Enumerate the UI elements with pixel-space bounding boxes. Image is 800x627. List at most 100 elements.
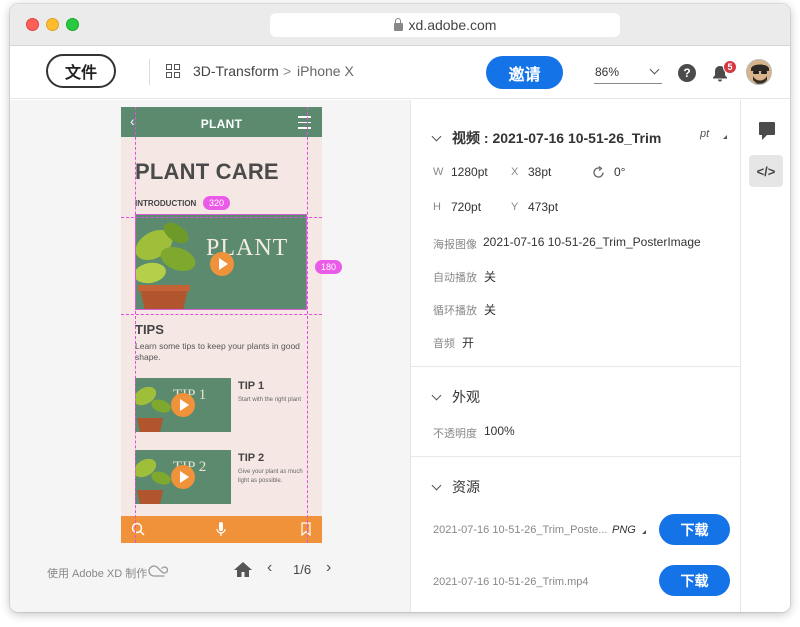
- tip-1-thumbnail[interactable]: TIP 1: [135, 378, 231, 432]
- browser-toolbar: xd.adobe.com: [10, 4, 790, 46]
- tip-2-title: TIP 2: [238, 452, 265, 464]
- home-icon[interactable]: [233, 561, 253, 578]
- audio-label: 音频: [433, 338, 455, 350]
- phone-tabbar: [121, 516, 322, 543]
- prototype-canvas: ‹ PLANT PLANT CARE INTRODUCTION PLANT TI…: [10, 100, 410, 612]
- autoplay-value: 关: [484, 270, 497, 284]
- lock-icon: [393, 18, 403, 31]
- appearance-section-title: 外观: [452, 389, 480, 405]
- play-icon[interactable]: [171, 393, 195, 417]
- y-value: 473pt: [528, 200, 559, 214]
- assets-section-title: 资源: [452, 479, 480, 495]
- height-label: H: [433, 201, 441, 213]
- poster-label: 海报图像: [433, 239, 477, 251]
- artboard-preview: ‹ PLANT PLANT CARE INTRODUCTION PLANT TI…: [121, 107, 322, 543]
- app-header: 文件 3D-Transform > iPhone X 邀请 86% ? 5: [10, 47, 790, 99]
- y-label: Y: [511, 201, 519, 213]
- maximize-window-button[interactable]: [66, 18, 79, 31]
- made-with-label: 使用 Adobe XD 制作: [47, 568, 148, 580]
- autoplay-label: 自动播放: [433, 272, 477, 284]
- help-icon[interactable]: ?: [678, 64, 696, 82]
- guide-line-top: [121, 217, 322, 218]
- search-icon[interactable]: [131, 522, 145, 536]
- inspect-panel: 视频 : 2021-07-16 10-51-26_Trim pt W 1280p…: [410, 100, 740, 612]
- guide-line-left: [135, 107, 136, 543]
- rotation-icon: [593, 166, 604, 178]
- tip-1-desc: Start with the right plant: [238, 397, 302, 403]
- chevron-down-icon: [431, 131, 442, 142]
- width-label: W: [433, 166, 444, 178]
- section-divider: [411, 366, 740, 367]
- chevron-down-icon: [649, 64, 660, 75]
- zoom-value: 86%: [595, 65, 620, 79]
- poster-value: 2021-07-16 10-51-26_Trim_PosterImage: [483, 235, 701, 249]
- tip-1-title: TIP 1: [238, 380, 265, 392]
- notification-badge: 5: [723, 60, 737, 74]
- section-divider: [411, 456, 740, 457]
- phone-intro-label: INTRODUCTION: [135, 199, 197, 208]
- video-section-title: 视频 : 2021-07-16 10-51-26_Trim: [452, 130, 662, 146]
- play-icon[interactable]: [210, 252, 234, 276]
- minimize-window-button[interactable]: [46, 18, 59, 31]
- tips-heading: TIPS: [135, 322, 164, 337]
- tip-2-desc: Give your plant as much light as possibl…: [238, 469, 303, 484]
- zoom-select[interactable]: 86%: [594, 62, 662, 84]
- chevron-down-icon: [431, 390, 442, 401]
- unit-caret-icon: [723, 135, 727, 139]
- creative-cloud-icon: [148, 565, 169, 577]
- hamburger-menu-icon[interactable]: [298, 116, 311, 133]
- audio-value: 开: [462, 336, 475, 350]
- address-bar[interactable]: xd.adobe.com: [270, 13, 620, 37]
- microphone-icon[interactable]: [216, 522, 226, 537]
- opacity-value: 100%: [484, 424, 515, 438]
- close-window-button[interactable]: [26, 18, 39, 31]
- x-label: X: [511, 166, 519, 178]
- code-inspect-icon[interactable]: </>: [749, 155, 783, 187]
- format-caret-icon: [642, 530, 646, 534]
- opacity-label: 不透明度: [433, 428, 477, 440]
- tip-2-thumbnail[interactable]: TIP 2: [135, 450, 231, 504]
- file-button[interactable]: 文件: [46, 54, 116, 88]
- unit-select[interactable]: pt: [700, 128, 709, 140]
- rotation-value: 0°: [614, 165, 626, 179]
- appearance-section-header[interactable]: 外观: [431, 387, 480, 407]
- grid-view-icon[interactable]: [166, 64, 181, 79]
- comment-icon[interactable]: [759, 122, 775, 140]
- download-button[interactable]: 下载: [659, 565, 730, 596]
- plant-illustration: [136, 222, 196, 309]
- height-value: 720pt: [451, 200, 482, 214]
- asset-1-name: 2021-07-16 10-51-26_Trim_Poste...: [433, 524, 608, 536]
- phone-heading: PLANT CARE: [135, 159, 279, 184]
- loop-label: 循环播放: [433, 305, 477, 317]
- phone-title: PLANT: [200, 117, 243, 131]
- tips-description: Learn some tips to keep your plants in g…: [135, 341, 300, 362]
- phone-header: ‹ PLANT: [121, 107, 322, 137]
- x-value: 38pt: [528, 165, 552, 179]
- width-measure-badge: 320: [203, 196, 231, 210]
- invite-button[interactable]: 邀请: [486, 56, 563, 89]
- breadcrumb-artboard: iPhone X: [297, 63, 354, 79]
- page-indicator: 1/6: [293, 562, 312, 577]
- avatar[interactable]: [746, 59, 772, 85]
- height-measure-badge: 180: [315, 260, 343, 274]
- header-divider: [149, 59, 150, 85]
- video-section-header[interactable]: 视频 : 2021-07-16 10-51-26_Trim: [431, 128, 662, 148]
- guide-line-bottom: [121, 314, 322, 315]
- download-button[interactable]: 下载: [659, 514, 730, 545]
- video-element[interactable]: PLANT: [135, 214, 307, 310]
- loop-value: 关: [484, 303, 497, 317]
- chevron-down-icon: [431, 480, 442, 491]
- next-page-icon[interactable]: ›: [326, 559, 331, 577]
- asset-2-name: 2021-07-16 10-51-26_Trim.mp4: [433, 576, 589, 588]
- browser-window: xd.adobe.com 文件 3D-Transform > iPhone X …: [10, 4, 790, 612]
- breadcrumb-separator: >: [283, 63, 292, 79]
- right-rail: </>: [740, 100, 790, 612]
- assets-section-header[interactable]: 资源: [431, 477, 480, 497]
- width-value: 1280pt: [451, 165, 488, 179]
- guide-line-right: [307, 107, 308, 543]
- bookmark-icon[interactable]: [301, 522, 311, 536]
- play-icon[interactable]: [171, 465, 195, 489]
- asset-1-format-select[interactable]: PNG: [612, 524, 636, 536]
- previous-page-icon[interactable]: ‹: [267, 559, 272, 577]
- breadcrumb-project[interactable]: 3D-Transform: [193, 63, 279, 79]
